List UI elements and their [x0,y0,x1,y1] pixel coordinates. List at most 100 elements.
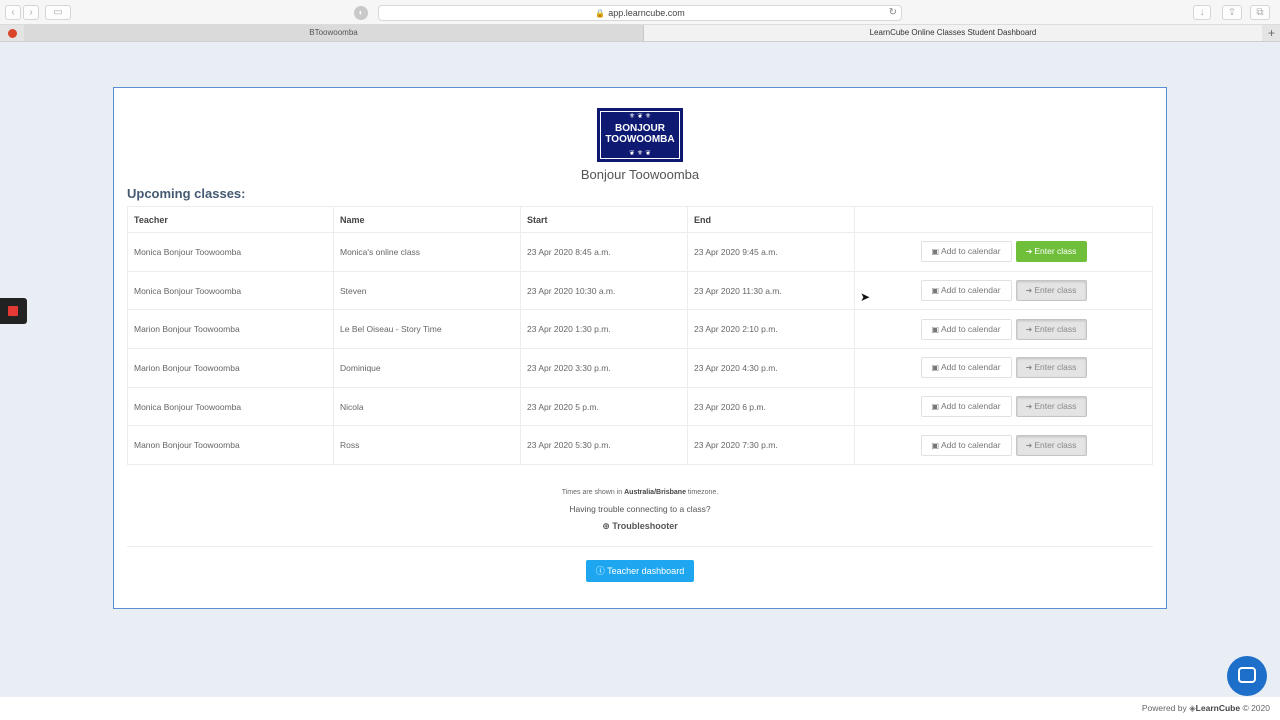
classes-table: Teacher Name Start End Monica Bonjour To… [127,206,1153,466]
button-label: Enter class [1034,285,1077,296]
add-to-calendar-button[interactable]: ▣ Add to calendar [920,318,1012,340]
start-cell: 23 Apr 2020 5:30 p.m. [520,425,688,466]
table-row: Monica Bonjour Toowoomba Monica's online… [127,232,1153,272]
download-icon[interactable]: ↓ [1193,5,1211,20]
column-header-name: Name [333,206,521,233]
column-header-end: End [687,206,855,233]
teacher-cell: Monica Bonjour Toowoomba [127,232,334,272]
calendar-icon: ▣ [931,247,939,257]
lock-icon: 🔒 [595,9,606,18]
table-row: Marion Bonjour Toowoomba Le Bel Oiseau -… [127,309,1153,350]
add-to-calendar-button[interactable]: ▣ Add to calendar [920,434,1012,456]
enter-class-button[interactable]: ➜ Enter class [1015,318,1087,340]
copyright: © 2020 [1242,703,1270,713]
tab-label: LearnCube Online Classes Student Dashboa… [869,28,1037,37]
sign-in-icon: ➜ [1025,363,1033,373]
button-label: Enter class [1034,439,1077,450]
enter-class-button[interactable]: ➜ Enter class [1015,280,1087,302]
actions-cell: ▣ Add to calendar ➜ Enter class [854,386,1153,427]
class-name-cell: Le Bel Oiseau - Story Time [333,309,521,350]
recording-indicator[interactable] [0,298,27,324]
logo-line2: TOOWOOMBA [605,134,675,145]
share-icon[interactable]: ⇪ [1222,5,1242,20]
favicon-icon [8,29,17,38]
globe-icon: ⊕ [602,521,610,531]
end-cell: 23 Apr 2020 4:30 p.m. [687,348,855,388]
shield-icon[interactable]: ◐ [354,6,368,20]
calendar-icon: ▣ [931,402,939,412]
button-label: Add to calendar [941,323,1001,334]
actions-cell: ▣ Add to calendar ➜ Enter class [854,270,1153,311]
teacher-cell: Marion Bonjour Toowoomba [127,309,334,350]
new-tab-icon[interactable]: + [1268,25,1275,41]
end-cell: 23 Apr 2020 9:45 a.m. [687,232,855,272]
teacher-cell: Manon Bonjour Toowoomba [127,425,334,466]
column-header-actions [854,206,1153,233]
school-name: Bonjour Toowoomba [580,167,700,182]
class-name-cell: Monica's online class [333,232,521,272]
calendar-icon: ▣ [931,286,939,296]
ornament-icon: ❦ ⚜ ❦ [629,150,651,157]
end-cell: 23 Apr 2020 7:30 p.m. [687,425,855,466]
table-row: Manon Bonjour Toowoomba Ross 23 Apr 2020… [127,425,1153,466]
button-label: Add to calendar [941,285,1001,296]
button-label: Enter class [1034,323,1077,334]
tab-btoowoomba[interactable]: BToowoomba [24,25,644,41]
back-icon[interactable]: ‹ [5,5,21,20]
tz-name: Australia/Brisbane [624,489,686,496]
divider [127,546,1153,547]
calendar-icon: ▣ [931,324,939,334]
button-label: Enter class [1034,362,1077,373]
class-name-cell: Ross [333,425,521,466]
table-row: Marion Bonjour Toowoomba Dominique 23 Ap… [127,348,1153,388]
start-cell: 23 Apr 2020 3:30 p.m. [520,348,688,388]
class-name-cell: Steven [333,270,521,311]
reload-icon[interactable]: ↻ [889,6,897,20]
add-to-calendar-button[interactable]: ▣ Add to calendar [920,241,1012,263]
ornament-icon: ⚜ ❦ ⚜ [628,113,652,120]
teacher-dashboard-button[interactable]: ⓘ Teacher dashboard [586,560,694,582]
class-name-cell: Dominique [333,348,521,388]
button-label: Add to calendar [941,401,1001,412]
start-cell: 23 Apr 2020 8:45 a.m. [520,232,688,272]
enter-class-button[interactable]: ➜ Enter class [1015,357,1087,379]
teacher-cell: Monica Bonjour Toowoomba [127,270,334,311]
mouse-cursor-icon: ➤ [860,290,871,304]
url-text: app.learncube.com [608,8,685,18]
sign-in-icon: ➜ [1025,402,1033,412]
add-to-calendar-button[interactable]: ▣ Add to calendar [920,357,1012,379]
sign-in-icon: ➜ [1025,324,1033,334]
tab-label: BToowoomba [309,28,358,37]
address-bar[interactable]: 🔒 app.learncube.com ↻ [378,5,902,21]
sign-in-icon: ➜ [1025,247,1033,257]
footer: Powered by ◈LearnCube © 2020 [0,697,1280,720]
school-logo: ⚜ ❦ ⚜ BONJOUR TOOWOOMBA ❦ ⚜ ❦ [597,108,683,162]
enter-class-button[interactable]: ➜ Enter class [1015,434,1087,456]
sidebar-icon[interactable]: ▭ [45,5,71,20]
enter-class-button[interactable]: ➜ Enter class [1015,396,1087,418]
tz-suffix: timezone. [687,489,719,496]
add-to-calendar-button[interactable]: ▣ Add to calendar [920,396,1012,418]
stop-record-icon [8,306,18,316]
teacher-cell: Marion Bonjour Toowoomba [127,348,334,388]
tabs-overview-icon[interactable]: ⧉ [1250,5,1270,20]
chat-launcher-button[interactable] [1227,656,1267,696]
sign-in-icon: ➜ [1025,286,1033,296]
powered-by[interactable]: Powered by ◈LearnCube © 2020 [1142,703,1270,714]
start-cell: 23 Apr 2020 1:30 p.m. [520,309,688,350]
powered-prefix: Powered by [1141,703,1187,713]
enter-class-button[interactable]: ➜ Enter class [1015,241,1087,263]
troubleshooter-link[interactable]: ⊕ Troubleshooter [114,521,1166,532]
add-to-calendar-button[interactable]: ▣ Add to calendar [920,280,1012,302]
calendar-icon: ▣ [931,363,939,373]
table-header-row: Teacher Name Start End [127,206,1153,233]
actions-cell: ▣ Add to calendar ➜ Enter class [854,232,1153,272]
class-name-cell: Nicola [333,386,521,427]
button-label: Enter class [1034,401,1077,412]
button-label: Add to calendar [941,439,1001,450]
tz-prefix: Times are shown in [561,489,623,496]
tab-learncube-dashboard[interactable]: LearnCube Online Classes Student Dashboa… [644,25,1262,41]
forward-icon[interactable]: › [23,5,39,20]
actions-cell: ▣ Add to calendar ➜ Enter class [854,425,1153,466]
calendar-icon: ▣ [931,440,939,450]
